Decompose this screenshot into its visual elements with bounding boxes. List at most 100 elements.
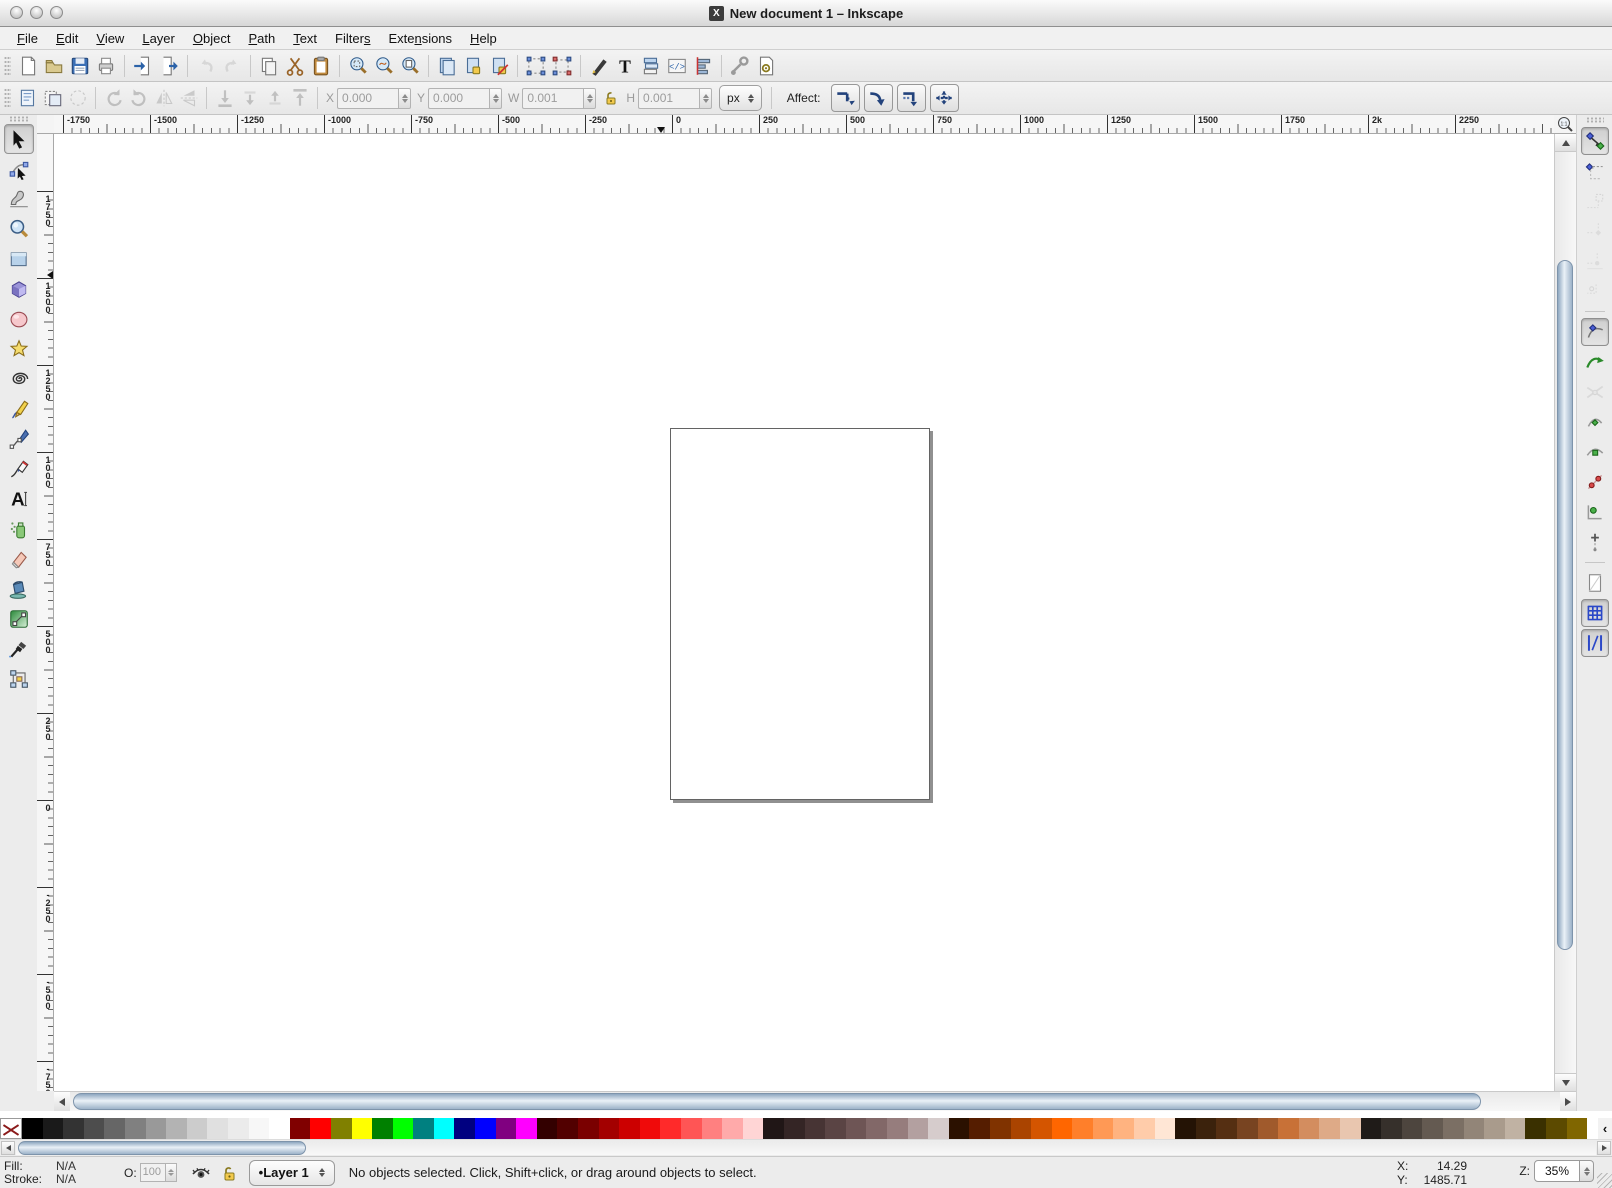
duplicate[interactable] xyxy=(434,53,460,79)
vertical-ruler[interactable]: 17501500125010007505002500-250-500-750 xyxy=(37,134,54,1091)
menu-item[interactable]: Help xyxy=(461,29,506,48)
color-swatch[interactable] xyxy=(496,1118,517,1139)
color-swatch[interactable] xyxy=(516,1118,537,1139)
color-swatch[interactable] xyxy=(1031,1118,1052,1139)
paste[interactable] xyxy=(308,53,334,79)
color-swatch[interactable] xyxy=(722,1118,743,1139)
opacity-field[interactable]: 100 xyxy=(140,1163,165,1182)
color-swatch[interactable] xyxy=(1402,1118,1423,1139)
snap-rotation-centers[interactable] xyxy=(1581,528,1609,556)
tool-star[interactable] xyxy=(4,334,34,364)
menu-item[interactable]: View xyxy=(87,29,133,48)
color-swatch[interactable] xyxy=(310,1118,331,1139)
menu-item[interactable]: Edit xyxy=(47,29,87,48)
color-swatch[interactable] xyxy=(928,1118,949,1139)
tool-ellipse[interactable] xyxy=(4,304,34,334)
tool-eraser[interactable] xyxy=(4,544,34,574)
y-field-spinner[interactable] xyxy=(489,88,502,109)
color-swatch[interactable] xyxy=(887,1118,908,1139)
cut[interactable] xyxy=(282,53,308,79)
snap-bbox-centers[interactable] xyxy=(1581,277,1609,305)
color-swatch[interactable] xyxy=(1464,1118,1485,1139)
lock-ratio-icon[interactable] xyxy=(603,90,619,106)
xml-editor[interactable]: </> xyxy=(664,53,690,79)
align-dialog[interactable] xyxy=(690,53,716,79)
color-swatch[interactable] xyxy=(1525,1118,1546,1139)
w-field-spinner[interactable] xyxy=(583,88,596,109)
color-swatch[interactable] xyxy=(1443,1118,1464,1139)
unlink-clone[interactable] xyxy=(486,53,512,79)
color-swatch[interactable] xyxy=(413,1118,434,1139)
open-document[interactable] xyxy=(41,53,67,79)
w-field[interactable]: 0.001 xyxy=(522,88,583,109)
flip-vertical[interactable] xyxy=(176,86,201,111)
tool-rectangle[interactable] xyxy=(4,244,34,274)
color-swatch[interactable] xyxy=(1546,1118,1567,1139)
color-swatch[interactable] xyxy=(866,1118,887,1139)
color-swatch[interactable] xyxy=(228,1118,249,1139)
color-swatch[interactable] xyxy=(1505,1118,1526,1139)
color-swatch[interactable] xyxy=(372,1118,393,1139)
zoom-drawing[interactable] xyxy=(371,53,397,79)
tool-calligraphy[interactable] xyxy=(4,454,34,484)
tool-connector[interactable] xyxy=(4,664,34,694)
create-clone[interactable] xyxy=(460,53,486,79)
tool-node-editor[interactable] xyxy=(4,154,34,184)
color-swatch[interactable] xyxy=(640,1118,661,1139)
color-swatch[interactable] xyxy=(1011,1118,1032,1139)
toolbox-grip[interactable] xyxy=(9,116,29,122)
select-all[interactable] xyxy=(15,86,40,111)
minimize-button[interactable] xyxy=(30,6,43,19)
copy[interactable] xyxy=(256,53,282,79)
color-swatch[interactable] xyxy=(22,1118,43,1139)
tool-gradient[interactable] xyxy=(4,604,34,634)
x-field-spinner[interactable] xyxy=(398,88,411,109)
color-swatch[interactable] xyxy=(475,1118,496,1139)
zoom-page[interactable] xyxy=(397,53,423,79)
color-swatch[interactable] xyxy=(660,1118,681,1139)
snap-smooth-nodes[interactable] xyxy=(1581,438,1609,466)
zoom-1-1-button[interactable]: 1:1 xyxy=(1554,115,1576,134)
tool-dropper[interactable] xyxy=(4,634,34,664)
raise[interactable] xyxy=(262,86,287,111)
fill-stroke-dialog[interactable] xyxy=(586,53,612,79)
palette-scroll-left-button[interactable] xyxy=(1,1141,15,1155)
tool-spray[interactable] xyxy=(4,514,34,544)
rotate-ccw[interactable] xyxy=(101,86,126,111)
scroll-left-button[interactable] xyxy=(54,1092,70,1111)
color-swatch[interactable] xyxy=(1381,1118,1402,1139)
select-all-layers[interactable] xyxy=(40,86,65,111)
color-swatch[interactable] xyxy=(557,1118,578,1139)
unit-dropdown[interactable]: px xyxy=(719,85,762,111)
color-swatch[interactable] xyxy=(290,1118,311,1139)
horizontal-ruler[interactable]: -1750-1500-1250-1000-750-500-25002505007… xyxy=(54,115,1554,134)
color-swatch[interactable] xyxy=(393,1118,414,1139)
color-swatch[interactable] xyxy=(249,1118,270,1139)
toolbar-grip[interactable] xyxy=(4,88,11,108)
menu-item[interactable]: Text xyxy=(284,29,326,48)
menu-item[interactable]: Filters xyxy=(326,29,379,48)
lower-to-bottom[interactable] xyxy=(212,86,237,111)
tool-text[interactable]: A xyxy=(4,484,34,514)
color-swatch[interactable] xyxy=(1299,1118,1320,1139)
layer-visibility-eye-icon[interactable] xyxy=(189,1161,213,1185)
color-swatch[interactable] xyxy=(908,1118,929,1139)
color-swatch[interactable] xyxy=(1340,1118,1361,1139)
snap-path-intersections[interactable] xyxy=(1581,378,1609,406)
color-swatch[interactable] xyxy=(784,1118,805,1139)
color-swatch[interactable] xyxy=(805,1118,826,1139)
menu-item[interactable]: Path xyxy=(239,29,284,48)
layer-selector[interactable]: •Layer 1 xyxy=(249,1160,335,1186)
palette-scroll-right-button[interactable] xyxy=(1597,1141,1611,1155)
color-swatch[interactable] xyxy=(743,1118,764,1139)
tool-tweak[interactable] xyxy=(4,184,34,214)
color-swatch[interactable] xyxy=(1093,1118,1114,1139)
fill-stroke-indicator[interactable]: Fill: N/A Stroke: N/A xyxy=(4,1160,116,1186)
redo[interactable] xyxy=(219,53,245,79)
h-field-spinner[interactable] xyxy=(699,88,712,109)
color-swatch[interactable] xyxy=(454,1118,475,1139)
save-document[interactable] xyxy=(67,53,93,79)
h-field[interactable]: 0.001 xyxy=(638,88,699,109)
tool-zoom[interactable] xyxy=(4,214,34,244)
color-swatch[interactable] xyxy=(187,1118,208,1139)
